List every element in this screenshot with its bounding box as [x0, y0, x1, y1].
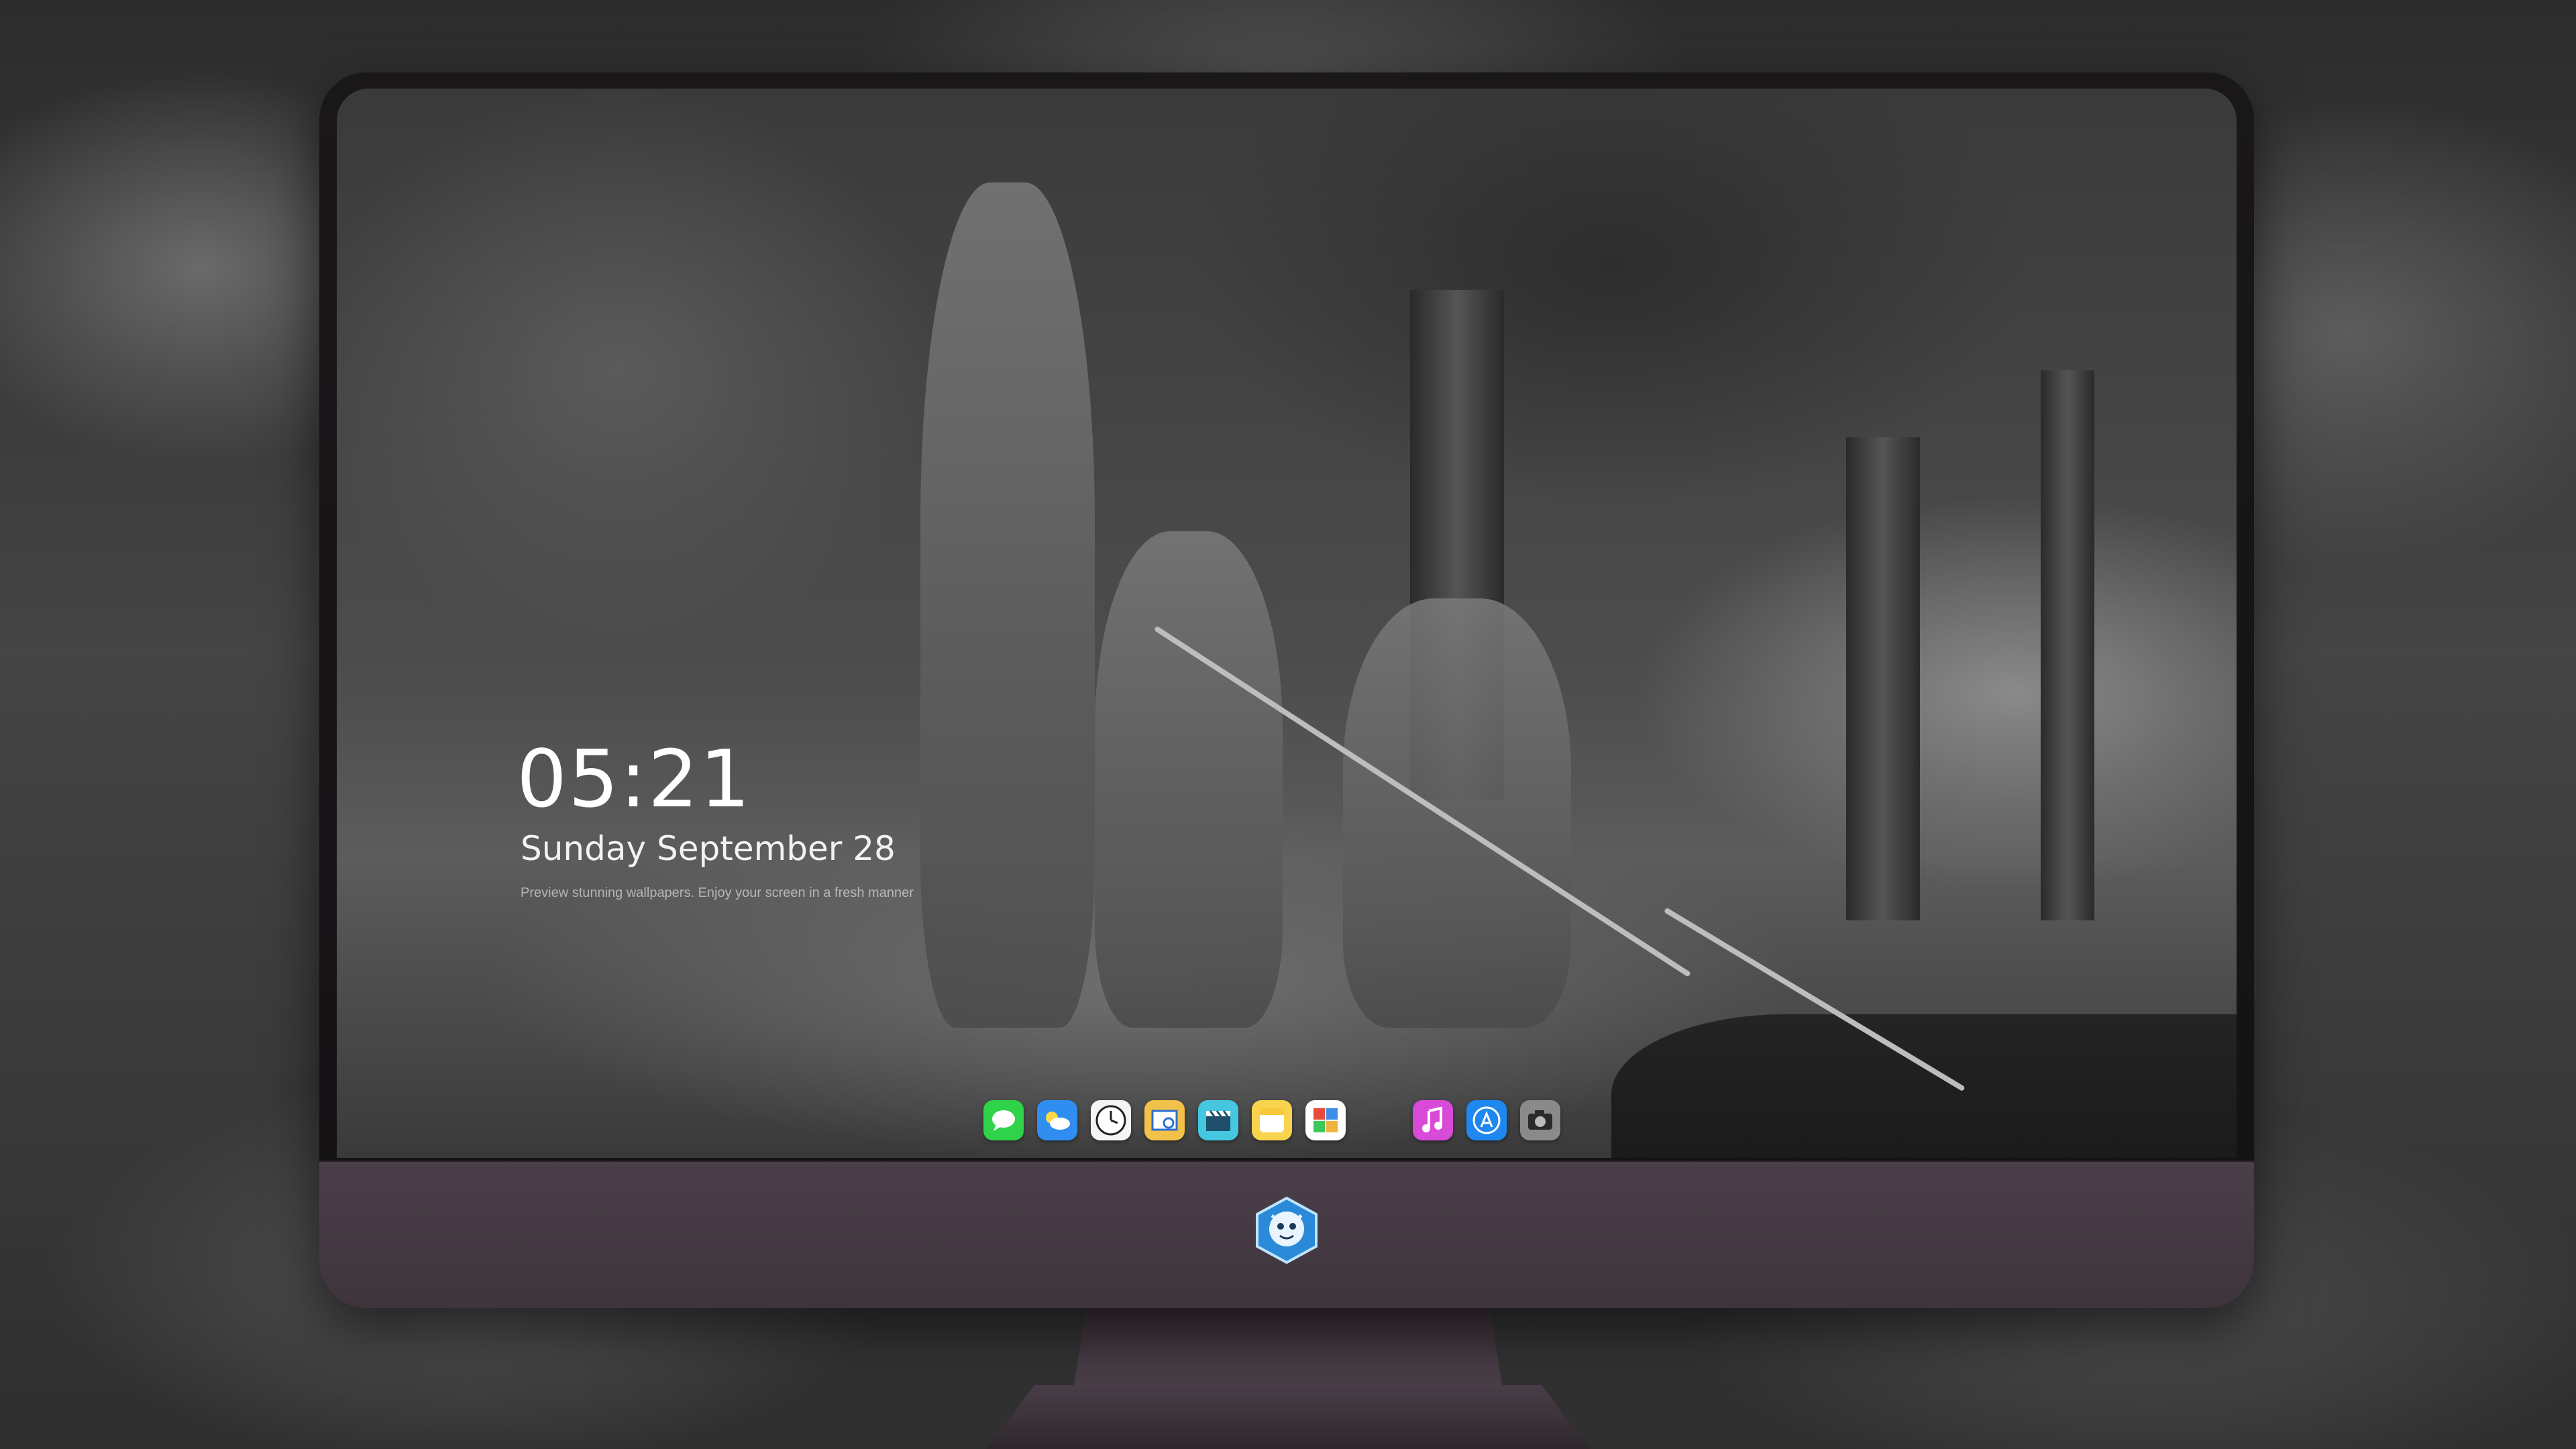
clock-icon[interactable]	[1091, 1100, 1131, 1140]
lockscreen-date: Sunday September 28	[521, 829, 896, 868]
monitor-chin	[319, 1161, 2254, 1308]
tree-trunk	[2041, 370, 2094, 920]
monitor-stand-base	[986, 1385, 1590, 1449]
mascot-logo-icon	[1252, 1195, 1322, 1265]
lockscreen-time: 05:21	[517, 733, 752, 825]
child-figure	[920, 182, 1095, 1028]
app-store-icon[interactable]	[1466, 1100, 1507, 1140]
screen: 05:21 Sunday September 28 Preview stunni…	[337, 89, 2237, 1158]
wallpaper	[337, 89, 2237, 1158]
child-figure	[1343, 598, 1571, 1028]
child-figure	[1095, 531, 1283, 1028]
pond	[1611, 1014, 2237, 1158]
tree-trunk	[1846, 437, 1920, 920]
dock	[974, 1088, 1570, 1152]
video-clapper-icon[interactable]	[1198, 1100, 1238, 1140]
imac-monitor: 05:21 Sunday September 28 Preview stunni…	[319, 72, 2254, 1308]
preview-icon[interactable]	[1144, 1100, 1185, 1140]
messages-icon[interactable]	[983, 1100, 1024, 1140]
music-icon[interactable]	[1413, 1100, 1453, 1140]
notes-icon[interactable]	[1252, 1100, 1292, 1140]
monitor-stand-neck	[1073, 1308, 1503, 1389]
camera-icon[interactable]	[1520, 1100, 1560, 1140]
lockscreen-subtext: Preview stunning wallpapers. Enjoy your …	[521, 885, 914, 900]
photo-collage-icon[interactable]	[1305, 1100, 1346, 1140]
weather-icon[interactable]	[1037, 1100, 1077, 1140]
